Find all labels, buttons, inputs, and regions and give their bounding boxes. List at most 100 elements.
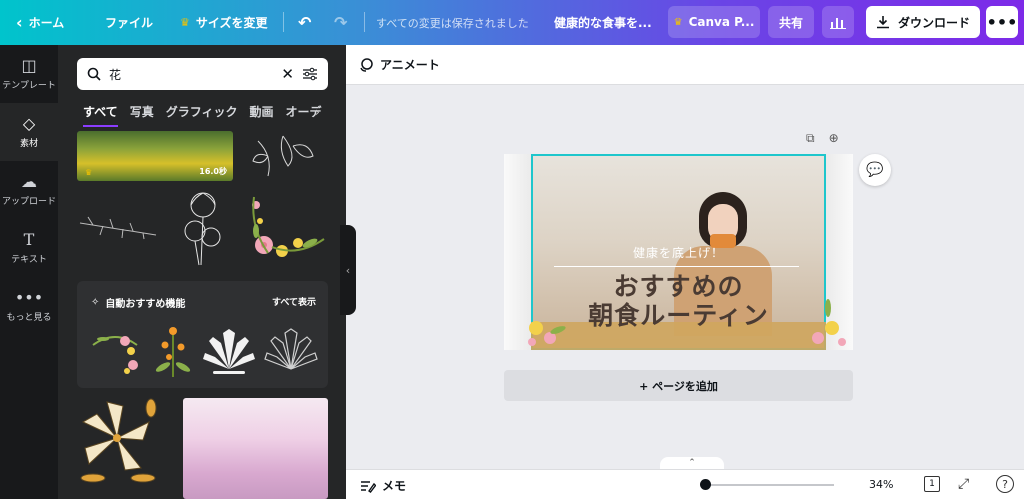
rail-item-more[interactable]: ••• もっと見る [0,277,58,335]
lineart-flower-graphic[interactable] [248,131,318,181]
share-button[interactable]: 共有 [768,6,814,38]
chevron-left-icon: ‹ [16,13,23,32]
divider [364,12,365,32]
tab-photos[interactable]: 写真 [130,103,154,127]
add-page-icon[interactable]: ⊕ [829,131,839,146]
redo-button[interactable]: ↷ [334,0,347,45]
suggested-floral-arch[interactable] [89,325,141,377]
crown-icon: ♛ [673,16,683,28]
design-page[interactable]: 健康を底上げ！ おすすめの 朝食ルーティン [504,154,853,350]
file-label: ファイル [105,16,154,30]
page-count-button[interactable]: 1 [924,476,940,492]
template-icon: ◫ [21,55,37,75]
tab-videos[interactable]: 動画 [249,103,273,127]
suggested-orange-flower[interactable] [151,323,195,379]
search-input[interactable]: 花 ✕ [77,58,328,90]
more-options-button[interactable]: ••• [986,6,1018,38]
share-label: 共有 [778,15,803,30]
show-pages-handle[interactable]: ⌃ [660,457,724,469]
page-tools: ⧉ ⊕ [806,131,839,146]
design-subtitle[interactable]: 健康を底上げ！ [504,244,853,261]
help-icon[interactable]: ? [996,475,1014,493]
save-status: すべての変更は保存されました [376,16,529,30]
lily-graphic[interactable] [77,398,157,484]
video-thumbnail[interactable]: ♛ 16.0秒 [77,131,233,181]
text-icon: T [23,229,35,249]
search-icon [87,67,101,81]
top-bar: ‹ ホーム ファイル ♛ サイズを変更 ↶ ↷ すべての変更は保存されました 健… [0,0,1024,45]
home-button[interactable]: ‹ ホーム [16,0,64,45]
rail-item-uploads[interactable]: ☁ アップロード [0,161,58,219]
fullscreen-icon[interactable]: ⤢ [958,476,969,492]
insights-button[interactable] [822,6,854,38]
chevron-right-icon[interactable]: › [315,105,320,119]
corner-flowers-right[interactable] [804,294,853,350]
rail-label: テンプレート [2,80,56,91]
clear-search-icon[interactable]: ✕ [281,65,294,83]
duplicate-page-icon[interactable]: ⧉ [806,131,815,146]
elements-panel: 花 ✕ すべて 写真 グラフィック 動画 オーデ › ♛ 16.0秒 ✧ 自動お… [58,45,346,499]
notes-button[interactable]: メモ [360,477,406,494]
suggestion-title-label: 自動おすすめ機能 [105,299,186,310]
resize-label: サイズを変更 [195,16,268,30]
search-value: 花 [109,67,122,82]
filter-icon[interactable] [302,67,318,81]
crown-icon: ♛ [180,16,190,29]
white-flower-graphic[interactable] [173,185,233,269]
file-menu[interactable]: ファイル [105,0,153,45]
crown-icon: ♛ [85,168,93,177]
upload-icon: ☁ [21,171,37,191]
zoom-slider-handle[interactable] [700,479,711,490]
bar-chart-icon [830,18,846,29]
add-comment-button[interactable]: 💬 [859,154,891,186]
suggested-white-burst[interactable] [201,325,257,377]
chevron-left-icon: ‹ [345,263,351,277]
divider-line [554,266,799,267]
undo-icon: ↶ [298,13,312,32]
ellipsis-icon: ••• [986,12,1018,32]
download-label: ダウンロード [897,15,970,30]
undo-button[interactable]: ↶ [298,0,311,45]
elements-icon: ◇ [22,113,36,133]
rail-label: テキスト [11,254,47,265]
animate-icon [360,57,373,72]
rail-label: もっと見る [6,312,52,323]
canva-pro-button[interactable]: ♛ Canva P... [668,6,760,38]
divider [283,12,284,32]
see-all-link[interactable]: すべて表示 [272,295,316,308]
home-label: ホーム [28,16,65,30]
corner-flowers-left[interactable] [524,304,574,350]
more-icon: ••• [14,287,44,307]
video-duration: 16.0秒 [199,167,227,176]
title-line-1: おすすめの [613,272,744,301]
collapse-panel-button[interactable]: ‹ [340,225,356,315]
pink-flowers-photo[interactable] [183,398,328,499]
chevron-up-icon: ⌃ [688,458,696,468]
notes-icon [361,480,376,493]
suggestion-title: ✧ 自動おすすめ機能 [91,295,185,310]
category-tabs: すべて 写真 グラフィック 動画 オーデ [83,103,322,127]
colorful-flower-graphic[interactable] [248,187,328,267]
left-rail: ◫ テンプレート ◇ 素材 ☁ アップロード T テキスト ••• もっと見る [0,45,58,499]
resize-button[interactable]: ♛ サイズを変更 [180,0,268,45]
animate-label: アニメート [380,58,440,72]
footer-bar: メモ 34% 1 ⤢ ? [346,469,1024,499]
twig-graphic[interactable] [78,211,158,241]
tab-all[interactable]: すべて [83,103,118,127]
rail-item-text[interactable]: T テキスト [0,219,58,277]
animate-button[interactable]: アニメート [358,56,440,73]
suggested-outline-burst[interactable] [263,325,319,377]
tab-graphics[interactable]: グラフィック [166,103,238,127]
redo-icon: ↷ [334,13,348,32]
add-page-button[interactable]: + ページを追加 [504,370,853,401]
design-title[interactable]: 健康的な食事を... [554,0,652,45]
download-button[interactable]: ダウンロード [866,6,980,38]
notes-label: メモ [382,479,407,493]
rail-item-elements[interactable]: ◇ 素材 [0,103,58,161]
zoom-level[interactable]: 34% [869,478,893,491]
zoom-slider-track[interactable] [704,484,834,486]
rail-item-templates[interactable]: ◫ テンプレート [0,45,58,103]
download-icon [876,16,889,29]
rail-label: 素材 [19,138,38,149]
suggestion-card: ✧ 自動おすすめ機能 すべて表示 [77,281,328,388]
